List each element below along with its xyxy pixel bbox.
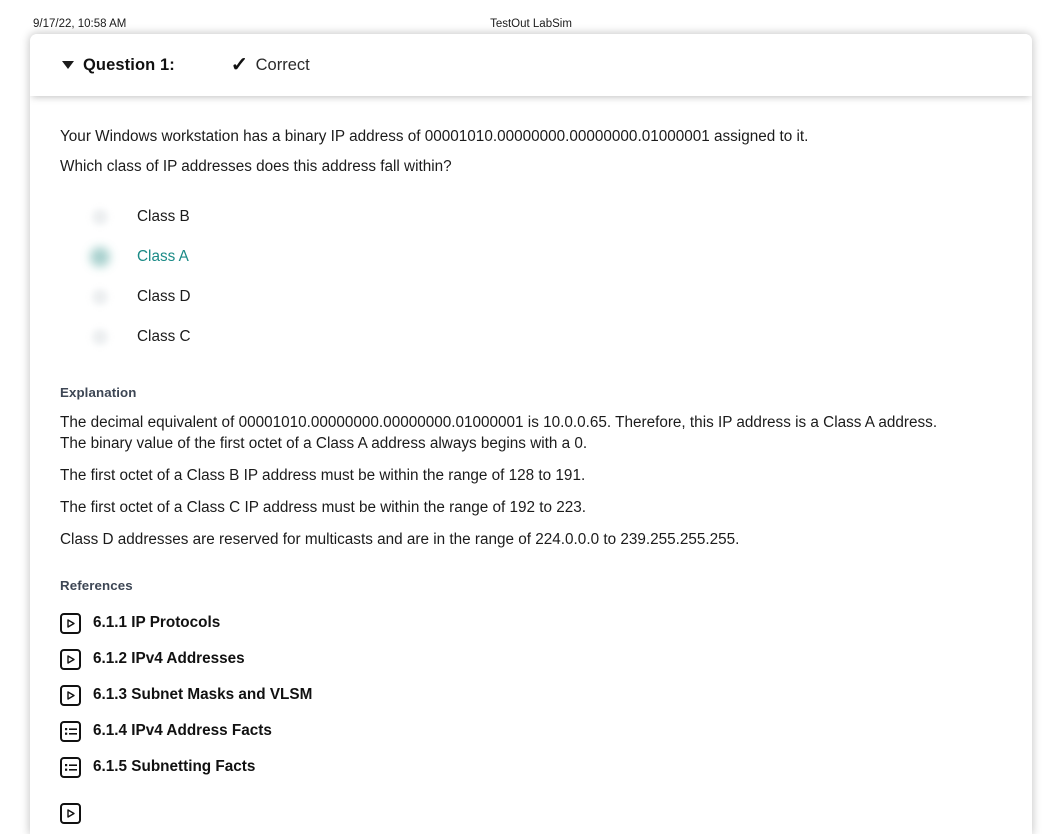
- explanation-paragraph: The first octet of a Class C IP address …: [60, 499, 587, 516]
- status-badge: Correct: [255, 55, 310, 74]
- play-icon: [60, 648, 81, 670]
- question-stem: Your Windows workstation has a binary IP…: [60, 122, 1002, 182]
- print-header: 9/17/22, 10:58 AM TestOut LabSim: [0, 0, 1062, 38]
- answer-options: Class B Class A Class D Class C: [60, 197, 1002, 357]
- reference-label: 6.1.5 Subnetting Facts: [93, 758, 256, 775]
- reference-label: 6.1.1 IP Protocols: [93, 614, 221, 631]
- answer-option-selected[interactable]: Class A: [60, 237, 1002, 277]
- radio-button-icon[interactable]: [92, 329, 108, 345]
- check-icon: ✓: [230, 54, 249, 76]
- reference-label: 6.1.2 IPv4 Addresses: [93, 650, 245, 667]
- references-heading: References: [60, 578, 133, 593]
- reference-label: 6.1.3 Subnet Masks and VLSM: [93, 686, 313, 703]
- explanation-body: The decimal equivalent of 00001010.00000…: [60, 412, 1002, 550]
- answer-option[interactable]: Class B: [60, 197, 1002, 237]
- question-stem-line-2: Which class of IP addresses does this ad…: [60, 158, 452, 175]
- references-list: 6.1.1 IP Protocols 6.1.2 IPv4 Addresses …: [60, 605, 1002, 831]
- list-icon: [60, 756, 81, 778]
- answer-option-label: Class A: [137, 248, 189, 265]
- answer-option[interactable]: Class D: [60, 277, 1002, 317]
- answer-option[interactable]: Class C: [60, 317, 1002, 357]
- question-stem-line-1: Your Windows workstation has a binary IP…: [60, 128, 809, 145]
- radio-button-selected-icon[interactable]: [92, 249, 108, 265]
- reference-item[interactable]: 6.1.1 IP Protocols: [60, 605, 1002, 641]
- reference-label: 6.1.4 IPv4 Address Facts: [93, 722, 272, 739]
- print-app-title: TestOut LabSim: [490, 18, 572, 30]
- question-status: ✓ Correct: [230, 54, 310, 76]
- explanation-paragraph: The first octet of a Class B IP address …: [60, 467, 586, 484]
- answer-option-label: Class B: [137, 208, 190, 225]
- answer-option-label: Class D: [137, 288, 191, 305]
- question-card: Question 1: ✓ Correct Your Windows works…: [30, 34, 1032, 834]
- play-icon: [60, 802, 81, 824]
- play-icon: [60, 684, 81, 706]
- question-number-label: Question 1:: [83, 55, 175, 74]
- play-icon: [60, 612, 81, 634]
- reference-item[interactable]: 6.1.3 Subnet Masks and VLSM: [60, 677, 1002, 713]
- reference-item[interactable]: 6.1.4 IPv4 Address Facts: [60, 713, 1002, 749]
- question-body: Your Windows workstation has a binary IP…: [30, 96, 1032, 831]
- reference-item[interactable]: 6.1.5 Subnetting Facts: [60, 749, 1002, 785]
- radio-button-icon[interactable]: [92, 209, 108, 225]
- list-icon: [60, 720, 81, 742]
- reference-item[interactable]: [60, 795, 1002, 831]
- reference-item[interactable]: 6.1.2 IPv4 Addresses: [60, 641, 1002, 677]
- radio-button-icon[interactable]: [92, 289, 108, 305]
- answer-option-label: Class C: [137, 328, 191, 345]
- explanation-paragraph: The decimal equivalent of 00001010.00000…: [60, 414, 938, 452]
- explanation-heading: Explanation: [60, 385, 137, 400]
- explanation-paragraph: Class D addresses are reserved for multi…: [60, 531, 740, 548]
- question-accordion-header[interactable]: Question 1: ✓ Correct: [30, 34, 1032, 96]
- caret-down-icon[interactable]: [62, 61, 74, 69]
